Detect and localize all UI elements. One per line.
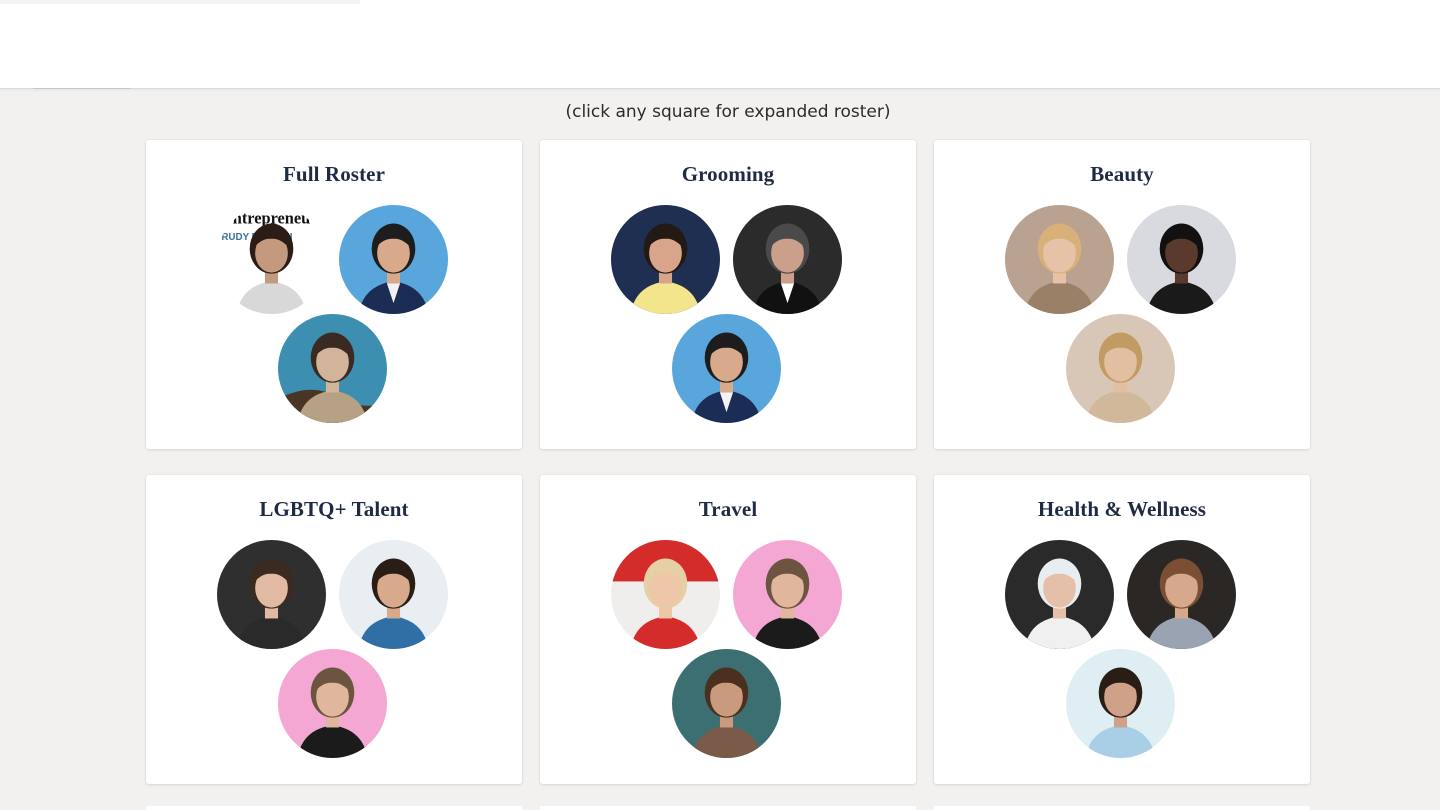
header-ghost-line bbox=[0, 0, 360, 4]
next-row-card-peek bbox=[934, 806, 1310, 810]
blue-shirt-man-avatar[interactable] bbox=[1066, 649, 1175, 758]
tuxedo-man-avatar[interactable] bbox=[733, 205, 842, 314]
duo-blue-backdrop-avatar[interactable] bbox=[672, 314, 781, 423]
next-row-card-peek bbox=[540, 806, 916, 810]
roster-category-grid: Full Roster ntrepreneuRUDY BUNDINI Groomin… bbox=[146, 140, 1310, 784]
varsity-jacket-man-avatar[interactable] bbox=[339, 540, 448, 649]
dark-hair-woman-avatar[interactable] bbox=[1127, 205, 1236, 314]
knit-sweater-woman-avatar[interactable] bbox=[1127, 540, 1236, 649]
category-card-travel[interactable]: Travel bbox=[540, 475, 916, 784]
roster-hint: (click any square for expanded roster) bbox=[565, 102, 891, 122]
category-title: Grooming bbox=[681, 162, 775, 186]
studio-portrait-man-avatar[interactable] bbox=[217, 540, 326, 649]
category-card-grooming[interactable]: Grooming bbox=[540, 140, 916, 449]
yellow-shirt-man-avatar[interactable] bbox=[611, 205, 720, 314]
header-divider bbox=[33, 88, 131, 89]
magazine-cover-avatar[interactable]: ntrepreneuRUDY BUNDINI bbox=[217, 205, 326, 314]
category-title: LGBTQ+ Talent bbox=[259, 497, 409, 521]
blonde-woman-avatar[interactable] bbox=[1005, 205, 1114, 314]
duo-blue-backdrop-avatar[interactable] bbox=[339, 205, 448, 314]
honey-blonde-woman-avatar[interactable] bbox=[1066, 314, 1175, 423]
category-title: Beauty bbox=[1090, 162, 1154, 186]
teal-backdrop-woman-avatar[interactable] bbox=[672, 649, 781, 758]
category-title: Health & Wellness bbox=[1037, 497, 1207, 521]
category-card-full-roster[interactable]: Full Roster ntrepreneuRUDY BUNDINI bbox=[146, 140, 522, 449]
category-card-lgbtqplus-talent[interactable]: LGBTQ+ Talent bbox=[146, 475, 522, 784]
category-title: Travel bbox=[698, 497, 758, 521]
ocean-rock-avatar[interactable] bbox=[278, 314, 387, 423]
platinum-hair-man-avatar[interactable] bbox=[1005, 540, 1114, 649]
category-title: Full Roster bbox=[283, 162, 385, 186]
pink-backdrop-dog-avatar[interactable] bbox=[278, 649, 387, 758]
next-row-card-peek bbox=[146, 806, 522, 810]
category-card-beauty[interactable]: Beauty bbox=[934, 140, 1310, 449]
category-card-health-and-wellness[interactable]: Health & Wellness bbox=[934, 475, 1310, 784]
pink-backdrop-dog-avatar[interactable] bbox=[733, 540, 842, 649]
red-dress-woman-avatar[interactable] bbox=[611, 540, 720, 649]
site-header bbox=[0, 0, 1440, 89]
